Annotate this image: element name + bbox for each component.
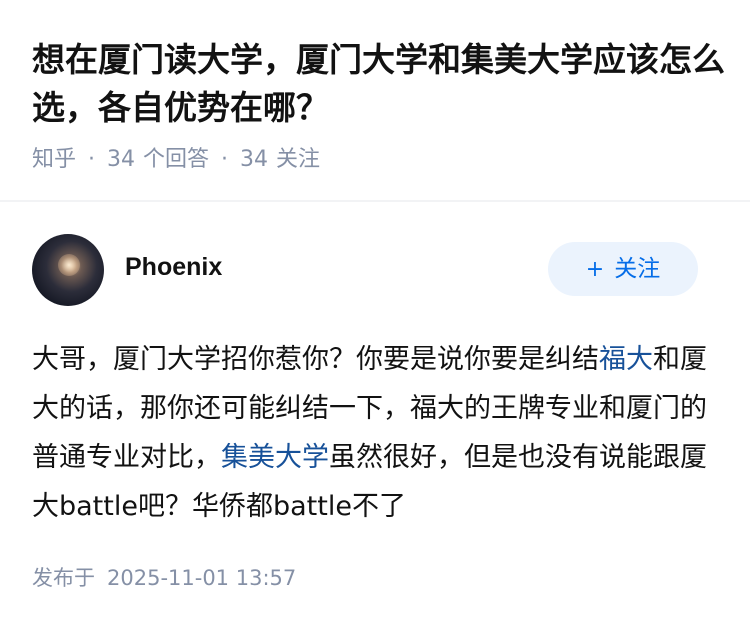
answer-content: 大哥，厦门大学招你惹你？你要是说你要是纠结福大和厦大的话，那你还可能纠结一下，福… bbox=[32, 335, 722, 531]
publish-label: 发布于 bbox=[32, 566, 95, 590]
avatar[interactable] bbox=[32, 234, 104, 306]
section-divider bbox=[0, 200, 750, 202]
follower-count-label[interactable]: 关注 bbox=[276, 147, 320, 172]
follow-button-label: 关注 bbox=[614, 256, 661, 282]
answer-count: 34 bbox=[107, 147, 136, 172]
publish-datetime: 2025-11-01 13:57 bbox=[107, 566, 297, 590]
answer-text-segment: 大哥，厦门大学招你惹你？你要是说你要是纠结 bbox=[32, 344, 599, 375]
question-meta: 知乎 · 34 个回答 · 34 关注 bbox=[32, 145, 320, 175]
question-header: 想在厦门读大学，厦门大学和集美大学应该怎么选，各自优势在哪？ 知乎 · 34 个回答 ·… bbox=[0, 0, 750, 200]
link-jimei-university[interactable]: 集美大学 bbox=[221, 442, 329, 473]
author-name[interactable]: Phoenix bbox=[125, 250, 222, 284]
meta-separator: · bbox=[88, 147, 96, 172]
follow-button[interactable]: + 关注 bbox=[548, 242, 698, 296]
follower-count: 34 bbox=[240, 147, 269, 172]
answer-count-label[interactable]: 个回答 bbox=[143, 147, 209, 172]
source-label[interactable]: 知乎 bbox=[32, 147, 76, 172]
avatar-image bbox=[58, 254, 80, 276]
answer-author-row: Phoenix + 关注 bbox=[0, 230, 750, 310]
link-fuda[interactable]: 福大 bbox=[599, 344, 653, 375]
question-title[interactable]: 想在厦门读大学，厦门大学和集美大学应该怎么选，各自优势在哪？ bbox=[32, 36, 732, 132]
plus-icon: + bbox=[585, 257, 605, 282]
publish-info: 发布于 2025-11-01 13:57 bbox=[32, 563, 296, 593]
meta-separator: · bbox=[221, 147, 229, 172]
